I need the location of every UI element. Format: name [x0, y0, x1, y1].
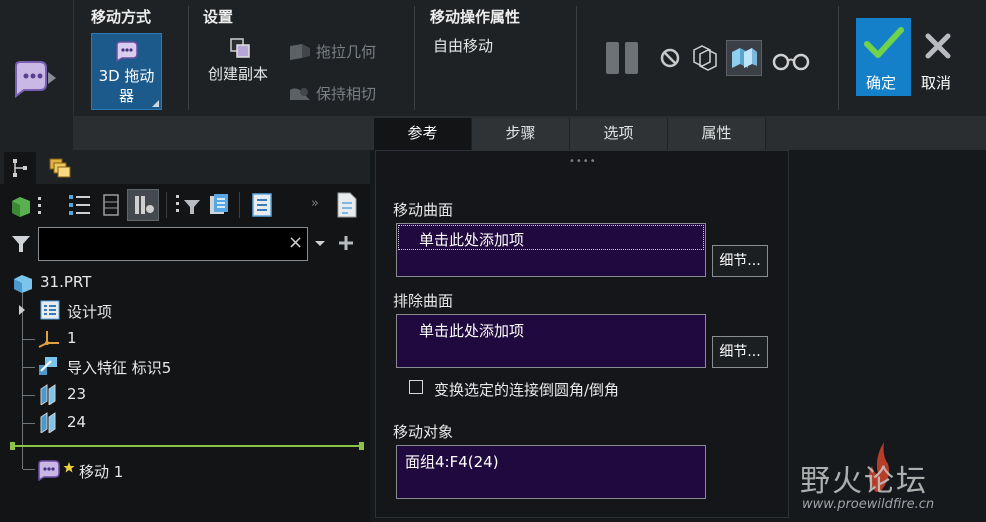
tab-properties[interactable]: 属性	[668, 118, 766, 150]
move-objects-collector[interactable]: 面组4:F4(24)	[396, 445, 706, 499]
tree-item-quilt-24[interactable]: 24	[67, 413, 86, 431]
tab-options[interactable]: 选项	[570, 118, 668, 150]
move-objects-label: 移动对象	[393, 423, 454, 441]
transform-checkbox-label: 变换选定的连接倒圆角/倒角	[434, 381, 620, 399]
drag-3d-button[interactable]: 3D 拖动器	[91, 33, 162, 110]
quilt-icon	[40, 412, 56, 433]
no-preview-icon[interactable]	[659, 47, 681, 69]
layers-icon[interactable]	[48, 157, 72, 179]
tree-search-input[interactable]	[38, 227, 308, 261]
dropdown-corner-icon	[152, 100, 159, 107]
tree-item-root[interactable]: 31.PRT	[40, 273, 91, 291]
drag-geometry-label: 拖拉几何	[316, 43, 377, 61]
tree-filter-icon[interactable]	[174, 192, 204, 218]
keep-tangent-button[interactable]: 保持相切	[288, 82, 388, 106]
more-chevron-icon[interactable]: »	[311, 196, 319, 211]
tree-properties-icon[interactable]	[250, 192, 274, 218]
insert-marker-cap	[359, 442, 364, 450]
design-items-icon	[40, 300, 60, 320]
move-objects-value: 面组4:F4(24)	[405, 453, 499, 471]
glasses-icon[interactable]	[770, 48, 812, 72]
verify-preview-button[interactable]	[726, 40, 762, 76]
dragger-icon	[116, 41, 138, 62]
ribbon-app-area	[0, 0, 74, 150]
tree-find-icon[interactable]	[208, 192, 232, 218]
tree-columns-icon	[135, 196, 154, 214]
show-list-icon[interactable]	[66, 192, 94, 218]
free-move-option[interactable]: 自由移动	[433, 35, 493, 56]
tree-item-quilt-23[interactable]: 23	[67, 385, 86, 403]
copy-icon	[230, 38, 250, 58]
keep-tangent-icon	[290, 88, 310, 100]
insert-marker-cap	[10, 442, 15, 450]
checkmark-icon	[864, 27, 904, 58]
tree-icon	[13, 159, 27, 177]
separate-preview-icon[interactable]	[690, 42, 720, 72]
create-copy-button[interactable]: 创建副本	[205, 35, 279, 87]
model-tree-tab[interactable]	[4, 152, 36, 184]
part-icon	[14, 275, 32, 293]
confirm-button[interactable]: 确定	[856, 18, 911, 96]
csys-icon	[38, 331, 59, 348]
watermark-url: www.proewildfire.cn	[802, 497, 935, 512]
drag-3d-label: 3D 拖动器	[98, 67, 155, 105]
tab-references[interactable]: 参考	[374, 118, 472, 150]
close-icon	[925, 33, 951, 59]
keep-tangent-label: 保持相切	[316, 85, 377, 103]
model-display-icon[interactable]	[10, 193, 46, 219]
tree-item-move[interactable]: 移动 1	[79, 461, 123, 482]
watermark-title: 野火论坛	[800, 464, 928, 499]
add-icon[interactable]	[337, 234, 355, 252]
exclude-surfaces-collector[interactable]: 单击此处添加项	[396, 314, 706, 368]
drag-geometry-icon	[290, 44, 310, 60]
move-feature-icon[interactable]	[12, 58, 58, 98]
transform-checkbox[interactable]	[409, 380, 423, 394]
move-surfaces-collector[interactable]: 单击此处添加项	[396, 223, 706, 277]
document-icon[interactable]	[334, 191, 360, 219]
columns-icon[interactable]	[100, 192, 122, 218]
expand-arrow-icon[interactable]	[17, 304, 27, 316]
preview-cube-icon	[732, 48, 757, 68]
pause-icon[interactable]	[604, 40, 642, 76]
drag-geometry-button[interactable]: 拖拉几何	[288, 40, 388, 64]
cancel-label: 取消	[921, 74, 952, 92]
confirm-label: 确定	[866, 74, 897, 92]
move-props-title: 移动操作属性	[430, 8, 521, 26]
move-surfaces-placeholder: 单击此处添加项	[419, 231, 525, 249]
exclude-surfaces-placeholder: 单击此处添加项	[419, 322, 525, 340]
move-surfaces-label: 移动曲面	[393, 201, 454, 219]
tab-steps[interactable]: 步骤	[472, 118, 570, 150]
filter-icon[interactable]	[10, 234, 32, 254]
move-surfaces-details-button[interactable]: 细节...	[712, 245, 768, 277]
quilt-icon	[40, 384, 56, 405]
cancel-button[interactable]: 取消	[914, 18, 964, 96]
import-feature-icon	[39, 357, 57, 375]
tree-settings-button[interactable]	[127, 189, 159, 221]
tree-item-design[interactable]: 设计项	[67, 301, 112, 322]
clear-search-icon[interactable]: ×	[288, 232, 303, 253]
tree-item-import[interactable]: 导入特征 标识5	[67, 357, 171, 378]
chevron-down-icon[interactable]	[314, 240, 326, 248]
settings-title: 设置	[203, 8, 234, 26]
exclude-surfaces-label: 排除曲面	[393, 292, 454, 310]
exclude-surfaces-details-button[interactable]: 细节...	[712, 336, 768, 368]
tree-item-csys[interactable]: 1	[67, 329, 77, 347]
move-feature-icon	[38, 460, 75, 481]
insert-here-marker[interactable]	[12, 445, 362, 447]
create-copy-label: 创建副本	[208, 65, 269, 83]
move-method-title: 移动方式	[91, 8, 152, 26]
panel-grip-icon[interactable]: ••••	[569, 156, 597, 167]
